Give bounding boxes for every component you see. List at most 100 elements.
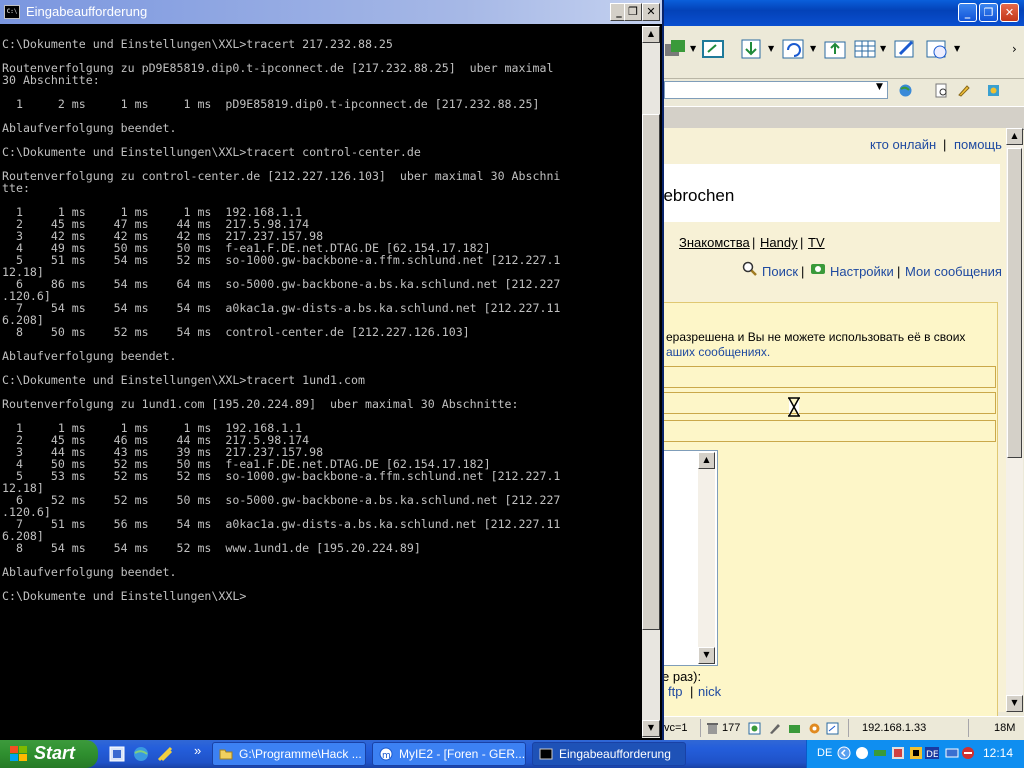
separator: | [800, 235, 804, 250]
nav-link-handy[interactable]: Handy [760, 235, 798, 250]
start-label: Start [34, 743, 76, 763]
task-label: MyIE2 - [Foren - GER... [399, 747, 526, 761]
settings-icon[interactable] [810, 261, 826, 277]
myie2-icon: m [379, 747, 393, 761]
system-tray: DE DE 12:14 [806, 740, 1024, 768]
highlight-icon[interactable] [956, 83, 971, 98]
restore-button[interactable]: ❐ [979, 3, 998, 22]
search-page-icon[interactable] [934, 83, 949, 98]
ftp-link[interactable]: ftp [668, 684, 682, 699]
scroll-down-icon[interactable]: ▼ [1006, 695, 1023, 712]
online-users-link[interactable]: кто онлайн [870, 137, 936, 152]
upload-icon[interactable] [822, 36, 848, 62]
quicklaunch-overflow-icon[interactable]: » [194, 743, 201, 758]
separator: | [897, 264, 901, 279]
image-icon[interactable] [748, 722, 761, 735]
nick-link[interactable]: nick [698, 684, 721, 699]
chevron-down-icon[interactable]: ▼ [876, 82, 883, 92]
notice-link[interactable]: аших сообщениях. [666, 345, 770, 359]
close-button[interactable]: ✕ [1000, 3, 1019, 22]
task-console[interactable]: Eingabeaufforderung [532, 742, 686, 766]
globe-icon[interactable] [898, 83, 913, 98]
quicklaunch-tool-icon[interactable] [156, 745, 174, 763]
taskbar: Start » G:\Programme\Hack ... m MyIE2 - … [0, 740, 1024, 768]
scroll-down-icon[interactable]: ▼ [642, 720, 660, 737]
console-icon: C:\ [4, 5, 20, 19]
tray-chevron-icon[interactable] [837, 746, 851, 760]
network-tray-icon[interactable] [873, 746, 887, 760]
console-output-area[interactable]: C:\Dokumente und Einstellungen\XXL>trace… [0, 26, 642, 738]
app-tray-icon[interactable] [891, 746, 905, 760]
connection-tray-icon[interactable] [945, 746, 959, 760]
console-scrollbar[interactable]: ▲ ▼ [642, 26, 660, 738]
browser-window: _ ❐ ✕ ▼ ▼ ▼ ▼ ▼ › ▼ кто онлайн | помощь … [640, 0, 1024, 740]
times-label: е раз): [662, 669, 702, 684]
toolbar-overflow-icon[interactable]: › [1012, 42, 1017, 56]
task-folder[interactable]: G:\Programme\Hack ... [212, 742, 366, 766]
popup-count: 177 [722, 722, 741, 734]
settings-link[interactable]: Настройки [830, 264, 894, 279]
my-messages-link[interactable]: Мои сообщения [905, 264, 1002, 279]
task-label: Eingabeaufforderung [559, 747, 671, 761]
divider [700, 719, 701, 737]
form-row[interactable] [654, 420, 996, 442]
console-title-bar[interactable]: C:\ Eingabeaufforderung _ ❐ ✕ [0, 0, 662, 24]
scroll-up-icon[interactable]: ▲ [1006, 128, 1023, 145]
plugin-icon[interactable] [788, 722, 801, 735]
tab-strip [640, 106, 1024, 130]
start-button[interactable]: Start [0, 740, 98, 768]
form-row[interactable] [654, 366, 996, 388]
edit-icon[interactable] [892, 36, 918, 62]
undo-icon[interactable] [780, 36, 806, 62]
address-field[interactable] [664, 81, 888, 99]
clock[interactable]: 12:14 [983, 746, 1013, 760]
quicklaunch-app-icon[interactable] [108, 745, 126, 763]
form-row[interactable] [654, 392, 996, 414]
restore-button[interactable]: ❐ [624, 3, 642, 21]
nav-link-dating[interactable]: Знакомства [679, 235, 750, 250]
windows-flag-icon [10, 746, 27, 761]
close-button[interactable]: ✕ [642, 3, 660, 21]
page-scrollbar[interactable]: ▲ ▼ [1006, 128, 1023, 712]
chevron-down-icon[interactable]: ▼ [880, 44, 886, 53]
gear-icon[interactable] [808, 722, 821, 735]
textarea-scrollbar[interactable]: ▲ ▼ [698, 452, 715, 664]
language-indicator[interactable]: DE [817, 747, 832, 759]
script-icon[interactable] [768, 722, 781, 735]
divider [968, 719, 969, 737]
chevron-down-icon[interactable]: ▼ [768, 44, 774, 53]
chevron-down-icon[interactable]: ▼ [810, 44, 816, 53]
minimize-button[interactable]: _ [958, 3, 977, 22]
nav-link-tv[interactable]: TV [808, 235, 825, 250]
browser-title-bar[interactable]: _ ❐ ✕ [640, 0, 1024, 26]
svg-text:m: m [382, 751, 391, 761]
trash-icon[interactable] [706, 722, 719, 735]
scroll-thumb[interactable] [642, 114, 660, 630]
puzzle-icon[interactable] [986, 83, 1001, 98]
forum-title: gebrochen [654, 186, 735, 205]
chevron-down-icon[interactable]: ▼ [690, 44, 696, 53]
separator: | [801, 264, 805, 279]
grid-icon[interactable] [852, 36, 878, 62]
browser-toolbar: ▼ ▼ ▼ ▼ ▼ › [640, 26, 1024, 79]
status-text: vc=1 [664, 722, 688, 734]
antivirus-tray-icon[interactable] [961, 746, 975, 760]
chevron-down-icon[interactable]: ▼ [954, 44, 960, 53]
keyboard-tray-icon[interactable]: DE [925, 746, 939, 760]
scroll-thumb[interactable] [1007, 148, 1022, 458]
scroll-up-icon[interactable]: ▲ [642, 26, 660, 43]
search-link[interactable]: Поиск [762, 264, 798, 279]
open-window-icon[interactable] [700, 36, 726, 62]
search-icon[interactable] [742, 261, 758, 277]
scroll-down-icon[interactable]: ▼ [698, 647, 715, 664]
clock-icon[interactable] [924, 36, 950, 62]
scroll-up-icon[interactable]: ▲ [698, 452, 715, 469]
task-myie2[interactable]: m MyIE2 - [Foren - GER... [372, 742, 526, 766]
security-tray-icon[interactable] [909, 746, 923, 760]
quicklaunch-browser-icon[interactable] [132, 745, 150, 763]
help-link[interactable]: помощь [954, 137, 1002, 152]
myie2-tray-icon[interactable] [855, 746, 869, 760]
window-icon[interactable] [826, 722, 839, 735]
download-icon[interactable] [738, 36, 764, 62]
network-icon[interactable] [662, 36, 688, 62]
